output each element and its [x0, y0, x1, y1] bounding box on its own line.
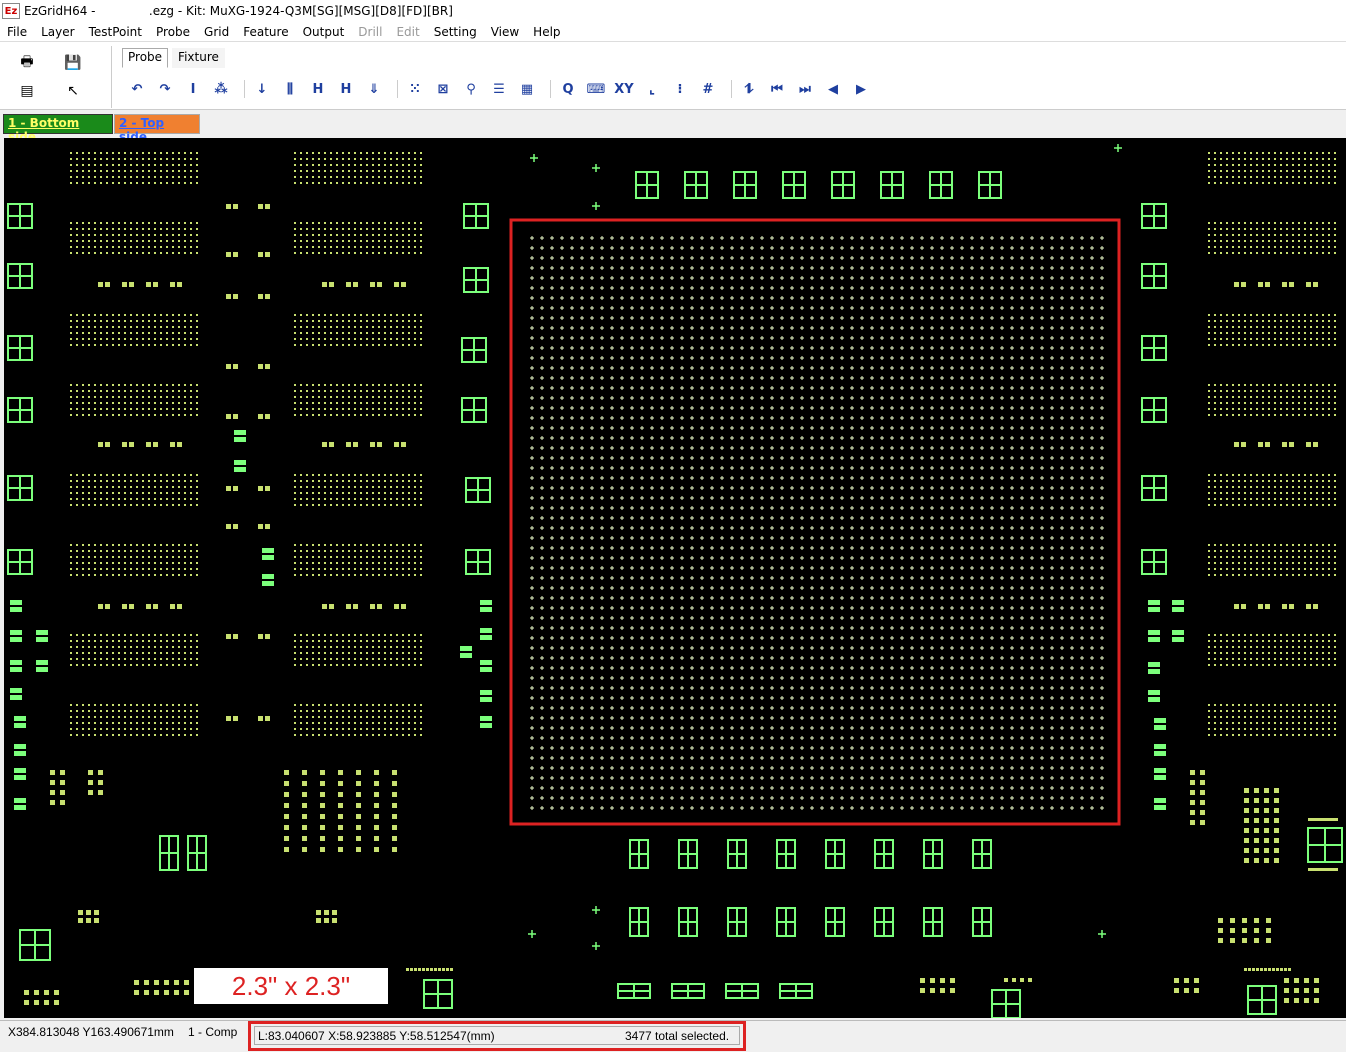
select-cursor-icon[interactable]: ↖ [62, 80, 84, 102]
tab-top-side[interactable]: 2 - Top side [114, 114, 200, 144]
menu-testpoint[interactable]: TestPoint [82, 25, 149, 39]
chart-icon[interactable]: ⌞ [641, 78, 663, 100]
selected-count: 3477 total selected. [625, 1029, 730, 1043]
grid-dots-icon[interactable]: ⁙ [404, 78, 426, 100]
query-icon[interactable]: Q [557, 78, 579, 100]
document-icon[interactable]: # [697, 78, 719, 100]
save-icon[interactable]: 💾 [62, 52, 84, 74]
menu-drill[interactable]: Drill [351, 25, 389, 39]
dimension-label: 2.3" x 2.3" [194, 968, 388, 1004]
menu-grid[interactable]: Grid [197, 25, 236, 39]
xy-icon[interactable]: XY [613, 78, 635, 100]
tab-fixture[interactable]: Fixture [172, 48, 225, 68]
cursor-coordinates: X384.813048 Y163.490671mm [8, 1025, 174, 1039]
calculator-icon[interactable]: ▤ [16, 80, 38, 102]
toolbar-separator [731, 80, 732, 98]
menu-file[interactable]: File [0, 25, 34, 39]
align-icon[interactable]: ⁝ [669, 78, 691, 100]
tool-h-icon[interactable]: Ⅰ [182, 78, 204, 100]
menu-edit[interactable]: Edit [389, 25, 426, 39]
selection-info: L:83.040607 X:58.923885 Y:58.512547(mm) [258, 1029, 495, 1043]
magic-icon[interactable]: ⚲ [460, 78, 482, 100]
menu-output[interactable]: Output [296, 25, 352, 39]
list-icon[interactable]: ☰ [488, 78, 510, 100]
grid-clear-icon[interactable]: ⊠ [432, 78, 454, 100]
menu-probe[interactable]: Probe [149, 25, 197, 39]
redo-icon[interactable]: ↷ [154, 78, 176, 100]
menu-layer[interactable]: Layer [34, 25, 81, 39]
nav-next-icon[interactable]: ⏭ [794, 78, 816, 100]
network-icon[interactable]: ⁂ [210, 78, 232, 100]
pcb-canvas[interactable]: 2.3" x 2.3" [4, 138, 1346, 1018]
undo-icon[interactable]: ↶ [126, 78, 148, 100]
toolbar-separator [244, 80, 245, 98]
tab-bottom-side[interactable]: 1 - Bottom side [3, 114, 113, 144]
toolbar-separator [397, 80, 398, 98]
toolbar-separator [550, 80, 551, 98]
ribbon-tabs: Probe Fixture [122, 48, 225, 68]
nav-first-icon[interactable]: ⏮ [766, 78, 788, 100]
print-icon[interactable]: 🖶 [16, 52, 38, 74]
probe-remove-icon[interactable]: H [335, 78, 357, 100]
status-bar: X384.813048 Y163.490671mm 1 - Comp L:83.… [0, 1020, 1346, 1052]
probe-down-icon[interactable]: ↓ [251, 78, 273, 100]
probe-move-icon[interactable]: ⇓ [363, 78, 385, 100]
nav-last-icon[interactable]: ▶ [850, 78, 872, 100]
quick-tools: 🖶 💾 ▤ ↖ [6, 46, 112, 108]
probe-toolbar: ↶ ↷ Ⅰ ⁂ ↓ ⫼ H H ⇓ ⁙ ⊠ ⚲ ☰ ▦ Q ⌨ XY ⌞ ⁝ # ⥮ ⏮ ⏭ ◀ ▶ [126, 78, 878, 100]
window-title: EzGridH64 - .ezg - Kit: MuXG-1924-Q3M[SG… [24, 4, 453, 18]
menu-bar: File Layer TestPoint Probe Grid Feature Output… [0, 22, 1346, 42]
probe-add-icon[interactable]: H [307, 78, 329, 100]
title-bar: Ez EzGridH64 - .ezg - Kit: MuXG-1924-Q3M… [0, 0, 1346, 22]
mirror-icon[interactable]: ⥮ [738, 78, 760, 100]
side-tabs: 1 - Bottom side 2 - Top side [0, 112, 1346, 144]
tab-probe[interactable]: Probe [122, 48, 169, 68]
probe-grid-icon[interactable]: ⫼ [279, 78, 301, 100]
keyboard-icon[interactable]: ⌨ [585, 78, 607, 100]
menu-feature[interactable]: Feature [236, 25, 295, 39]
toolbar-area: 🖶 💾 ▤ ↖ Probe Fixture ↶ ↷ Ⅰ ⁂ ↓ ⫼ H H ⇓ ⁙ ⊠ ⚲ ☰ ▦ Q ⌨ XY ⌞ ⁝ #… [0, 42, 1346, 110]
board-layout[interactable] [4, 138, 1346, 1018]
menu-setting[interactable]: Setting [427, 25, 484, 39]
menu-view[interactable]: View [484, 25, 526, 39]
nav-prev-icon[interactable]: ◀ [822, 78, 844, 100]
menu-help[interactable]: Help [526, 25, 567, 39]
active-layer: 1 - Comp [188, 1025, 238, 1039]
table-icon[interactable]: ▦ [516, 78, 538, 100]
selection-panel: L:83.040607 X:58.923885 Y:58.512547(mm) … [254, 1026, 740, 1045]
app-icon: Ez [2, 3, 20, 19]
